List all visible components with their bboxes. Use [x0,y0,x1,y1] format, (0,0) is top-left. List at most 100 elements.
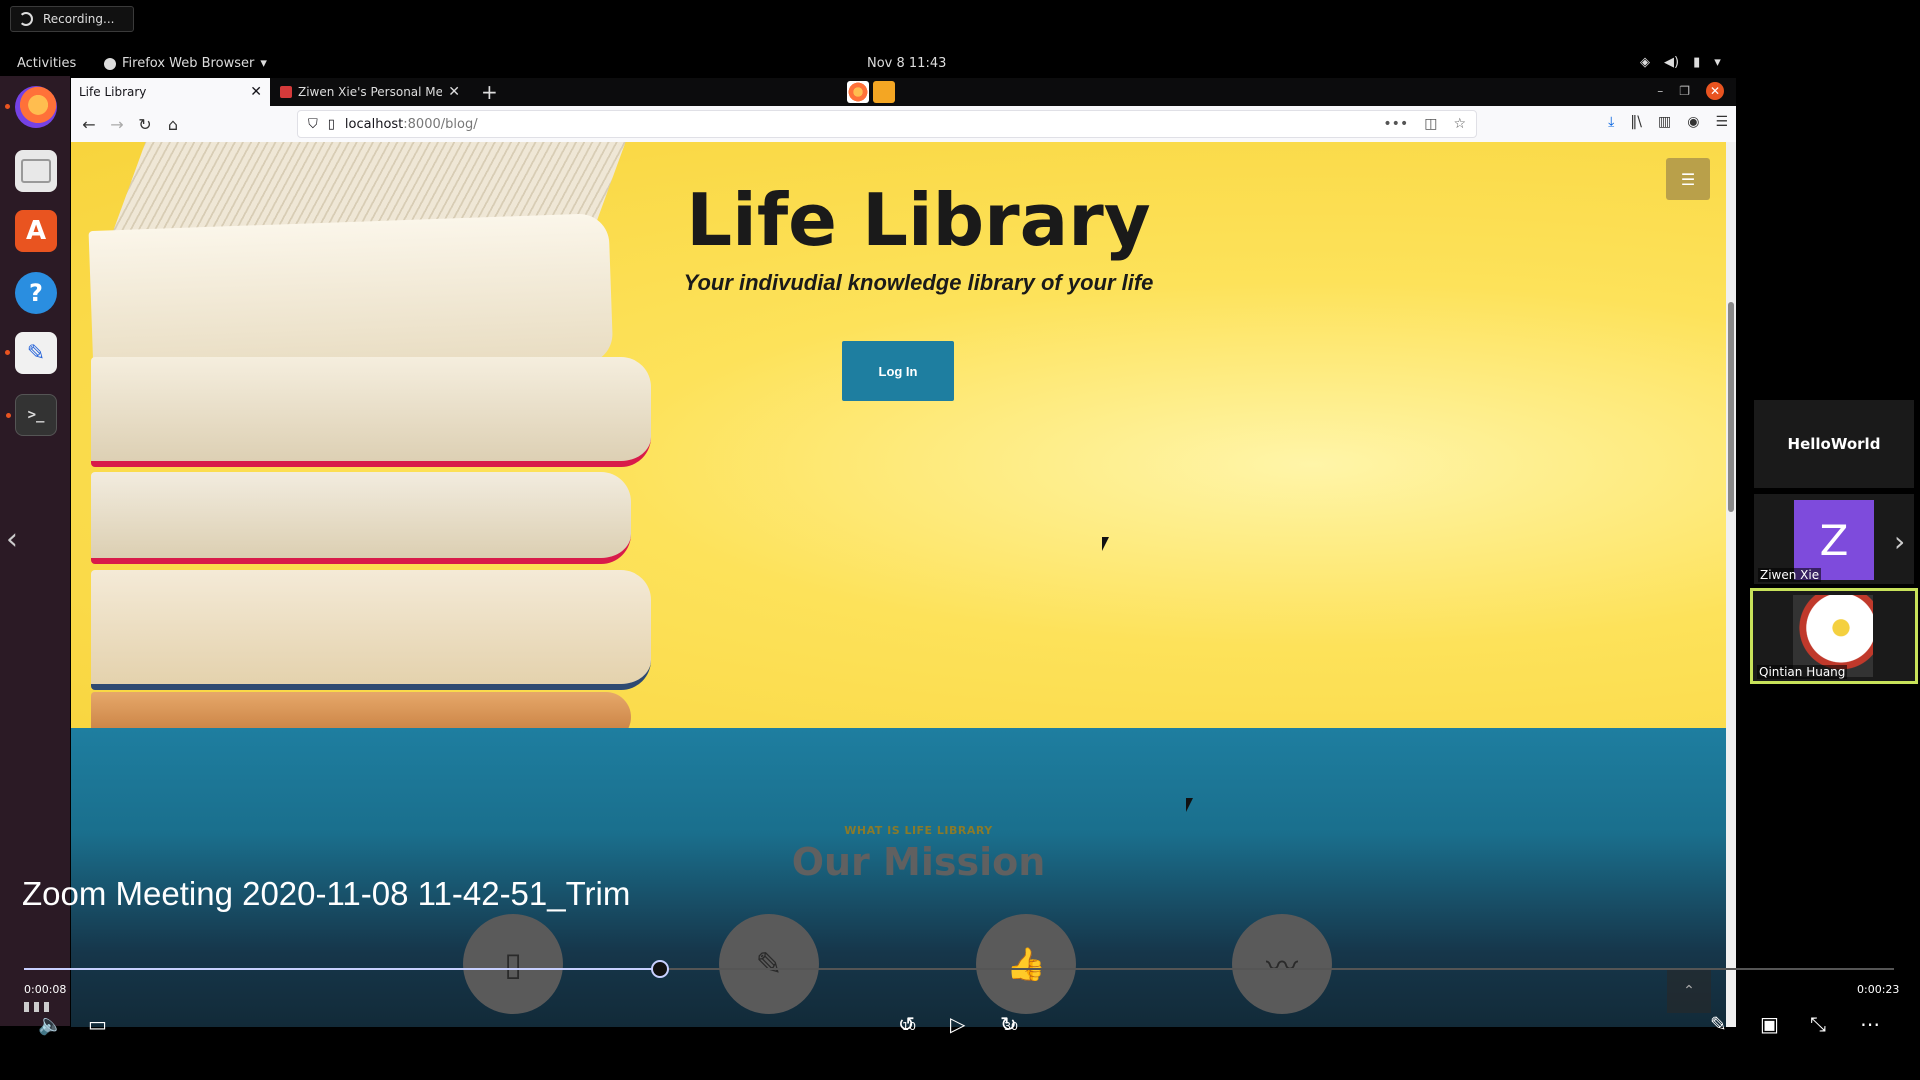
window-controls: – ❐ ✕ [1657,82,1724,100]
participant-tile-active-speaker[interactable]: Qintian Huang [1750,588,1918,684]
hero-section: Life Library Your indivudial knowledge l… [71,142,1726,728]
url-actions: ••• ◫ ☆ [1383,116,1466,132]
wifi-icon: ◈ [1640,55,1650,70]
shield-icon[interactable]: ⛉ [308,117,318,132]
clock[interactable]: Nov 8 11:43 [867,56,946,71]
home-icon[interactable]: ⌂ [159,115,187,134]
account-icon[interactable]: ◉ [1687,114,1699,130]
play-icon[interactable]: ▷ [950,1012,965,1036]
chevron-right-icon[interactable]: › [1894,525,1905,558]
thumbs-up-icon: 👍 [976,914,1076,1014]
tab-bar: Life Library ✕ Ziwen Xie's Personal Me ✕… [71,78,1736,106]
progress-bar[interactable] [24,960,1894,978]
url-text: localhost:8000/blog/ [345,117,478,132]
tab-title: Ziwen Xie's Personal Me [298,85,443,99]
firefox-icon [104,57,116,70]
page-info-icon[interactable]: ▯ [328,117,335,132]
scrollbar-thumb[interactable] [1728,302,1734,512]
pencil-icon: ✎ [719,914,819,1014]
tab-title: Life Library [79,85,147,99]
tab-ziwen-personal[interactable]: Ziwen Xie's Personal Me ✕ [272,78,468,106]
reload-icon[interactable]: ↻ [131,115,159,134]
terminal-dock-icon[interactable]: >_ [6,394,57,436]
volume-icon: ◀) [1664,55,1680,70]
more-options-icon[interactable]: ⋯ [1860,1012,1880,1036]
toolbar-right: ⤓ ‖\ ▥ ◉ ☰ [1608,114,1728,130]
video-title: Zoom Meeting 2020-11-08 11-42-51_Trim [22,875,631,912]
more-actions-icon[interactable]: ••• [1383,116,1408,132]
captions-icon[interactable]: ▭ [88,1012,107,1036]
participant-name: Ziwen Xie [1758,568,1822,582]
bookmark-star-icon[interactable]: ☆ [1453,116,1466,132]
book [91,472,631,564]
hamburger-icon[interactable]: ☰ [1666,158,1710,200]
page-scrollbar[interactable] [1726,142,1736,1028]
scroll-to-top-button[interactable]: ⌃ [1667,969,1711,1013]
mouse-cursor [1186,798,1200,812]
minimize-icon[interactable]: – [1657,84,1663,98]
progress-fill [24,968,660,970]
drag-handle-icon[interactable] [24,1002,50,1012]
window-close-icon[interactable]: ✕ [1706,82,1724,100]
navigation-toolbar: ← → ↻ ⌂ ⛉ ▯ localhost:8000/blog/ ••• ◫ ☆… [71,106,1736,142]
edit-icon[interactable]: ✎ [1710,1012,1727,1036]
forward-icon[interactable]: → [103,115,131,134]
url-rest: :8000/blog/ [403,116,478,132]
sidebar-icon[interactable]: ▥ [1658,114,1671,130]
recording-label: Recording... [43,12,115,26]
book [91,357,651,467]
book [91,570,651,690]
new-tab-button[interactable]: + [481,80,498,104]
login-button[interactable]: Log In [842,341,954,401]
text-editor-dock-icon[interactable]: ✎ [5,332,57,374]
participant-name: Qintian Huang [1757,665,1848,679]
participant-tile[interactable]: HelloWorld [1754,400,1914,488]
exit-fullscreen-icon[interactable]: ⤡ [1810,1012,1826,1036]
library-icon[interactable]: ‖\ [1630,114,1642,130]
firefox-sharing-icon[interactable] [847,81,869,103]
hamburger-menu-icon[interactable]: ☰ [1715,114,1728,130]
chevron-left-icon[interactable]: ‹ [6,522,18,557]
zoom-favicon-icon [280,86,292,98]
help-dock-icon[interactable]: ? [15,272,57,314]
app-menu-label: Firefox Web Browser [122,56,255,71]
tab-life-library[interactable]: Life Library ✕ [71,78,270,106]
participant-name: HelloWorld [1787,435,1881,453]
software-dock-icon[interactable]: A [15,210,57,252]
files-dock-icon[interactable] [15,150,57,192]
url-host: localhost [344,116,404,132]
picture-in-picture-icon[interactable]: ▣ [1760,1012,1779,1036]
back-icon[interactable]: ← [75,115,103,134]
caret-down-icon: ▾ [260,56,267,71]
battery-icon: ▮ [1693,55,1701,70]
mustache-icon: 〰 [1232,914,1332,1014]
caret-down-icon: ▾ [1714,55,1721,70]
time-current: 0:00:08 [24,983,67,996]
screen-share-icon[interactable] [873,81,895,103]
page-title: Life Library [686,178,1151,262]
download-icon[interactable]: ⤓ [1608,114,1614,130]
gnome-top-bar: Activities Firefox Web Browser ▾ Nov 8 1… [0,52,1920,76]
activities-button[interactable]: Activities [17,56,76,71]
app-menu[interactable]: Firefox Web Browser ▾ [104,56,267,71]
url-bar[interactable]: ⛉ ▯ localhost:8000/blog/ ••• ◫ ☆ [297,110,1477,138]
time-total: 0:00:23 [1857,983,1900,996]
participant-tile[interactable]: Z Ziwen Xie [1754,494,1914,584]
close-tab-icon[interactable]: ✕ [250,84,262,100]
close-tab-icon[interactable]: ✕ [448,84,460,100]
system-tray[interactable]: ◈ ◀) ▮ ▾ [1640,55,1721,70]
section-kicker: WHAT IS LIFE LIBRARY [844,824,993,837]
page-subtitle: Your indivudial knowledge library of you… [683,270,1154,295]
firefox-dock-icon[interactable] [5,86,57,128]
phone-icon: ▯ [463,914,563,1014]
recording-indicator: Recording... [10,6,134,32]
book [91,692,631,728]
skip-back-label: 10 [902,1020,916,1033]
mouse-cursor [1102,537,1116,551]
pocket-icon[interactable]: ◫ [1424,116,1437,132]
volume-icon[interactable]: 🔈 [38,1012,63,1036]
restore-icon[interactable]: ❐ [1679,84,1690,98]
skip-forward-label: 30 [1004,1020,1018,1033]
recording-icon [19,12,33,26]
progress-knob[interactable] [650,960,669,978]
